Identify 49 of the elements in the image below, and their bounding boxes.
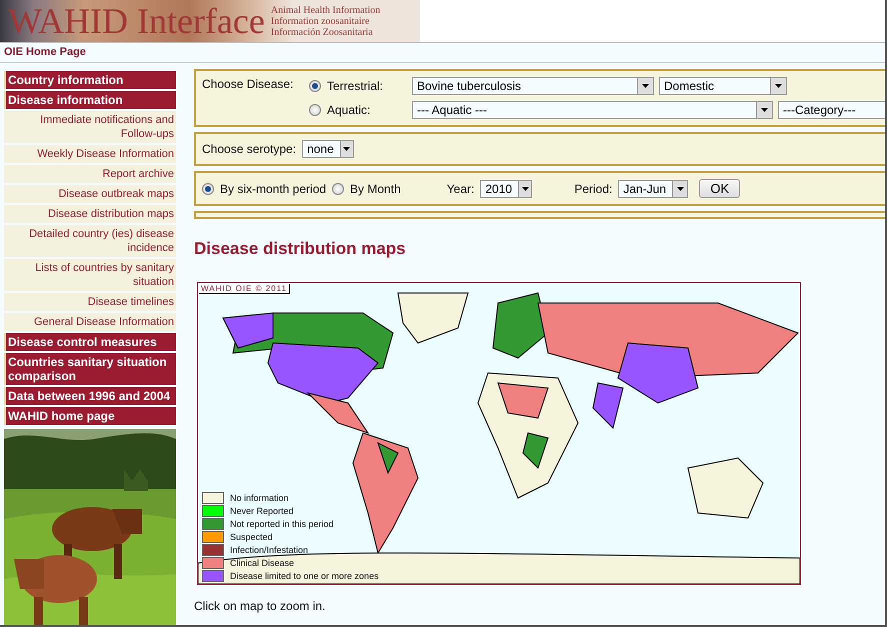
site-subtitle: Información Zoosanitaria	[270, 26, 374, 38]
legend-label: Not reported in this period	[230, 518, 334, 530]
section-title: Disease distribution maps	[194, 239, 407, 259]
copyright-label: WAHID OIE © 2011	[199, 284, 290, 294]
sidebar-section[interactable]: Countries sanitary situation comparison	[4, 353, 176, 385]
sidebar-link[interactable]: Report archive	[4, 165, 176, 183]
dropdown[interactable]: Bovine tuberculosis	[412, 77, 654, 95]
home-link[interactable]: OIE Home Page	[0, 43, 885, 63]
sidebar-link[interactable]: Disease distribution maps	[4, 205, 176, 223]
dropdown[interactable]: Domestic	[659, 77, 787, 95]
sidebar-link[interactable]: Weekly Disease Information	[4, 145, 176, 163]
dropdown[interactable]: ---Category---	[778, 101, 885, 119]
sidebar-link[interactable]: Lists of countries by sanitary situation	[4, 259, 176, 291]
radio-button[interactable]	[309, 104, 321, 116]
period-label: Period:	[574, 182, 612, 196]
radio-button[interactable]	[309, 80, 321, 92]
legend-label: Infection/Infestation	[230, 544, 308, 556]
site-subtitle: Animal Health Information	[270, 4, 380, 16]
sidebar-section[interactable]: Disease information	[4, 91, 176, 109]
map-hint: Click on map to zoom in.	[194, 599, 326, 613]
radio-option[interactable]: Aquatic:	[309, 103, 407, 117]
dropdown[interactable]: none	[302, 140, 354, 158]
dropdown[interactable]: --- Aquatic ---	[412, 101, 773, 119]
sidebar-link[interactable]: Immediate notifications and Follow-ups	[4, 111, 176, 143]
legend-label: Clinical Disease	[230, 558, 294, 568]
radio-option[interactable]: By six-month period	[202, 182, 326, 196]
sidebar-link[interactable]: Disease outbreak maps	[4, 185, 176, 203]
sidebar-link[interactable]: Detailed country (ies) disease incidence	[4, 225, 176, 257]
sidebar-section[interactable]: Country information	[4, 71, 176, 89]
sidebar-link[interactable]: Disease timelines	[4, 293, 176, 311]
radio-button[interactable]	[332, 182, 344, 194]
legend-label: Disease limited to one or more zones	[230, 570, 379, 582]
site-subtitle: Information zoosanitaire	[270, 16, 370, 26]
sidebar-link[interactable]: General Disease Information	[4, 313, 176, 331]
sidebar-section[interactable]: WAHID home page	[4, 407, 176, 425]
legend-label: Never Reported	[230, 506, 294, 516]
dropdown[interactable]: 2010	[480, 180, 532, 198]
dropdown[interactable]: Jan-Jun	[618, 180, 688, 198]
year-label: Year:	[446, 182, 474, 196]
legend-label: No information	[230, 492, 289, 504]
ok-button[interactable]: OK	[699, 179, 740, 198]
radio-option[interactable]: By Month	[332, 182, 401, 196]
sidebar-section[interactable]: Data between 1996 and 2004	[4, 387, 176, 405]
serotype-label: Choose serotype:	[202, 142, 296, 156]
radio-option[interactable]: Terrestrial:	[309, 79, 407, 93]
legend-label: Suspected	[230, 532, 273, 542]
disease-label: Choose Disease:	[202, 77, 294, 91]
sidebar-section[interactable]: Disease control measures	[4, 333, 176, 351]
radio-button[interactable]	[202, 182, 214, 194]
